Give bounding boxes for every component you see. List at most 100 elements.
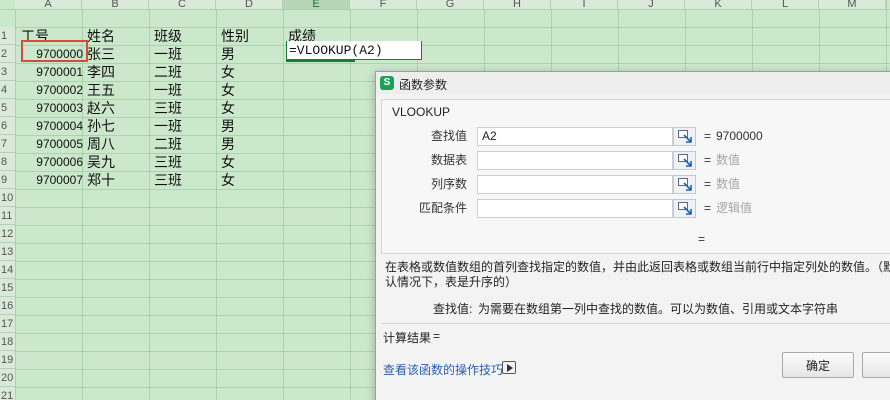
column-header-g[interactable]: G (417, 0, 484, 10)
id-cell[interactable]: 9700007 (21, 171, 83, 189)
header-cell-name[interactable]: 姓名 (87, 27, 115, 45)
column-header-c[interactable]: C (149, 0, 216, 10)
row-header[interactable]: 4 (0, 81, 15, 99)
arg-label: 匹配条件 (418, 201, 467, 215)
class-cell[interactable]: 一班 (154, 81, 182, 99)
row-header[interactable]: 8 (0, 153, 15, 171)
range-picker-icon[interactable] (673, 127, 696, 146)
gender-cell[interactable]: 男 (221, 45, 235, 63)
row-header[interactable]: 3 (0, 63, 15, 81)
column-header-d[interactable]: D (216, 0, 283, 10)
param-description-label: 查找值: (433, 302, 473, 316)
gender-cell[interactable]: 男 (221, 117, 235, 135)
name-cell[interactable]: 郑十 (87, 171, 115, 189)
function-description: 在表格或数值数组的首列查找指定的数值，并由此返回表格或数组当前行中指定列处的数值… (385, 260, 890, 289)
gender-cell[interactable]: 女 (221, 63, 235, 81)
row-header[interactable]: 19 (0, 351, 15, 369)
row-header[interactable]: 12 (0, 225, 15, 243)
row-header[interactable]: 9 (0, 171, 15, 189)
arg-input[interactable] (477, 199, 673, 218)
name-cell[interactable]: 张三 (87, 45, 115, 63)
range-picker-icon[interactable] (673, 175, 696, 194)
column-header-f[interactable]: F (350, 0, 417, 10)
row-header[interactable]: 16 (0, 297, 15, 315)
class-cell[interactable]: 一班 (154, 45, 182, 63)
range-picker-icon[interactable] (673, 199, 696, 218)
arguments-panel: VLOOKUP 查找值 A2 = 9700000 数据表 = 数值 列序数 = 数值 匹配条件 = 逻辑… (381, 99, 890, 254)
active-cell-underline (286, 60, 355, 62)
row-header[interactable]: 6 (0, 117, 15, 135)
video-play-icon[interactable] (502, 361, 516, 374)
column-header-l[interactable]: L (752, 0, 819, 10)
arg-input[interactable] (477, 151, 673, 170)
column-header-i[interactable]: I (551, 0, 618, 10)
name-cell[interactable]: 周八 (87, 135, 115, 153)
column-header-e[interactable]: E (283, 0, 350, 10)
name-cell[interactable]: 赵六 (87, 99, 115, 117)
selected-cell-a2[interactable] (21, 40, 88, 62)
range-picker-icon[interactable] (673, 151, 696, 170)
cancel-button[interactable] (862, 352, 890, 378)
arg-equals: = (704, 177, 712, 191)
row-header[interactable]: 17 (0, 315, 15, 333)
id-cell[interactable]: 9700005 (21, 135, 83, 153)
dialog-titlebar[interactable]: S 函数参数 (376, 72, 890, 94)
name-cell[interactable]: 李四 (87, 63, 115, 81)
arg-input[interactable] (477, 175, 673, 194)
row-header[interactable]: 11 (0, 207, 15, 225)
name-cell[interactable]: 吴九 (87, 153, 115, 171)
row-header[interactable]: 2 (0, 45, 15, 63)
row-header[interactable]: 18 (0, 333, 15, 351)
row-header[interactable]: 13 (0, 243, 15, 261)
gender-cell[interactable]: 女 (221, 81, 235, 99)
row-header[interactable]: 1 (0, 27, 15, 45)
id-cell[interactable]: 9700002 (21, 81, 83, 99)
function-name: VLOOKUP (392, 105, 451, 119)
row-header[interactable]: 14 (0, 261, 15, 279)
column-header-a[interactable]: A (15, 0, 82, 10)
class-cell[interactable]: 三班 (154, 153, 182, 171)
row-header[interactable]: 10 (0, 189, 15, 207)
arg-result: 数值 (716, 177, 741, 191)
row-header[interactable]: 20 (0, 369, 15, 387)
column-header-j[interactable]: J (618, 0, 685, 10)
name-cell[interactable]: 孙七 (87, 117, 115, 135)
arg-result: 逻辑值 (716, 201, 753, 215)
header-cell-gender[interactable]: 性别 (221, 27, 249, 45)
id-cell[interactable]: 9700001 (21, 63, 83, 81)
formula-result-equals: = (698, 232, 706, 246)
arg-label: 查找值 (430, 129, 467, 143)
arg-input[interactable]: A2 (477, 127, 673, 146)
class-cell[interactable]: 三班 (154, 99, 182, 117)
header-cell-class[interactable]: 班级 (154, 27, 182, 45)
id-cell[interactable]: 9700004 (21, 117, 83, 135)
name-cell[interactable]: 王五 (87, 81, 115, 99)
result-equals: = (433, 329, 441, 343)
gender-cell[interactable]: 男 (221, 135, 235, 153)
dialog-title: 函数参数 (399, 78, 448, 92)
row-header[interactable]: 5 (0, 99, 15, 117)
class-cell[interactable]: 一班 (154, 117, 182, 135)
row-header[interactable]: 21 (0, 387, 15, 400)
ok-button[interactable]: 确定 (782, 352, 854, 378)
gender-cell[interactable]: 女 (221, 153, 235, 171)
function-tips-link[interactable]: 查看该函数的操作技巧 (383, 361, 503, 378)
id-cell[interactable]: 9700003 (21, 99, 83, 117)
class-cell[interactable]: 二班 (154, 63, 182, 81)
row-header[interactable]: 15 (0, 279, 15, 297)
row-header[interactable]: 7 (0, 135, 15, 153)
arg-result: 9700000 (716, 129, 763, 143)
column-header-b[interactable]: B (82, 0, 149, 10)
id-cell[interactable]: 9700006 (21, 153, 83, 171)
result-label: 计算结果 (383, 331, 432, 345)
gender-cell[interactable]: 女 (221, 171, 235, 189)
class-cell[interactable]: 三班 (154, 171, 182, 189)
column-header-h[interactable]: H (484, 0, 551, 10)
formula-cell-editor[interactable]: =VLOOKUP(A2) (286, 41, 422, 60)
arg-equals: = (704, 153, 712, 167)
arg-label: 数据表 (430, 153, 467, 167)
column-header-m[interactable]: M (819, 0, 886, 10)
class-cell[interactable]: 二班 (154, 135, 182, 153)
column-header-k[interactable]: K (685, 0, 752, 10)
gender-cell[interactable]: 女 (221, 99, 235, 117)
